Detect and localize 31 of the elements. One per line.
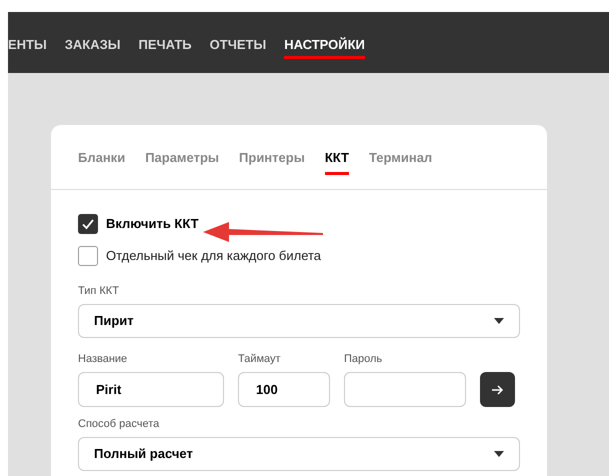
dropdown[interactable]: Полный расчет: [78, 437, 520, 471]
field-label: Способ расчета: [78, 417, 160, 431]
field-label: Тип ККТ: [78, 284, 120, 298]
tab[interactable]: ККТ: [324, 148, 349, 175]
arrow-button[interactable]: [480, 372, 515, 407]
tab[interactable]: Бланки: [78, 148, 126, 175]
caret-icon: [494, 451, 504, 457]
tab[interactable]: Терминал: [368, 148, 432, 175]
field-label: Пароль: [344, 352, 384, 366]
field-label: Таймаут: [238, 352, 282, 366]
nav-link[interactable]: ПЕЧАТЬ: [138, 36, 192, 59]
checkbox[interactable]: [78, 214, 98, 234]
nav-link[interactable]: НАСТРОЙКИ: [284, 36, 365, 59]
nav-link[interactable]: ОТЧЕТЫ: [210, 36, 266, 59]
arrow-right-icon: [492, 384, 504, 394]
checkbox-label: Отдельный чек для каждого билета: [106, 247, 322, 266]
nav-link[interactable]: ЕНТЫ: [8, 36, 47, 59]
input-field[interactable]: Pirit: [78, 372, 224, 407]
tab[interactable]: Параметры: [145, 148, 220, 175]
input-field[interactable]: [344, 372, 466, 407]
checkbox[interactable]: [78, 246, 98, 266]
checkmark-icon: [81, 217, 95, 231]
checkbox-label: Включить ККТ: [106, 215, 199, 234]
dropdown[interactable]: Пирит: [78, 304, 520, 338]
caret-icon: [494, 318, 504, 324]
field-label: Название: [78, 352, 128, 366]
dropdown-value: Полный расчет: [94, 445, 193, 464]
dropdown-value: Пирит: [94, 312, 134, 330]
tab[interactable]: Принтеры: [239, 148, 305, 175]
input-field[interactable]: 100: [238, 372, 330, 407]
nav-link[interactable]: ЗАКАЗЫ: [64, 36, 120, 59]
